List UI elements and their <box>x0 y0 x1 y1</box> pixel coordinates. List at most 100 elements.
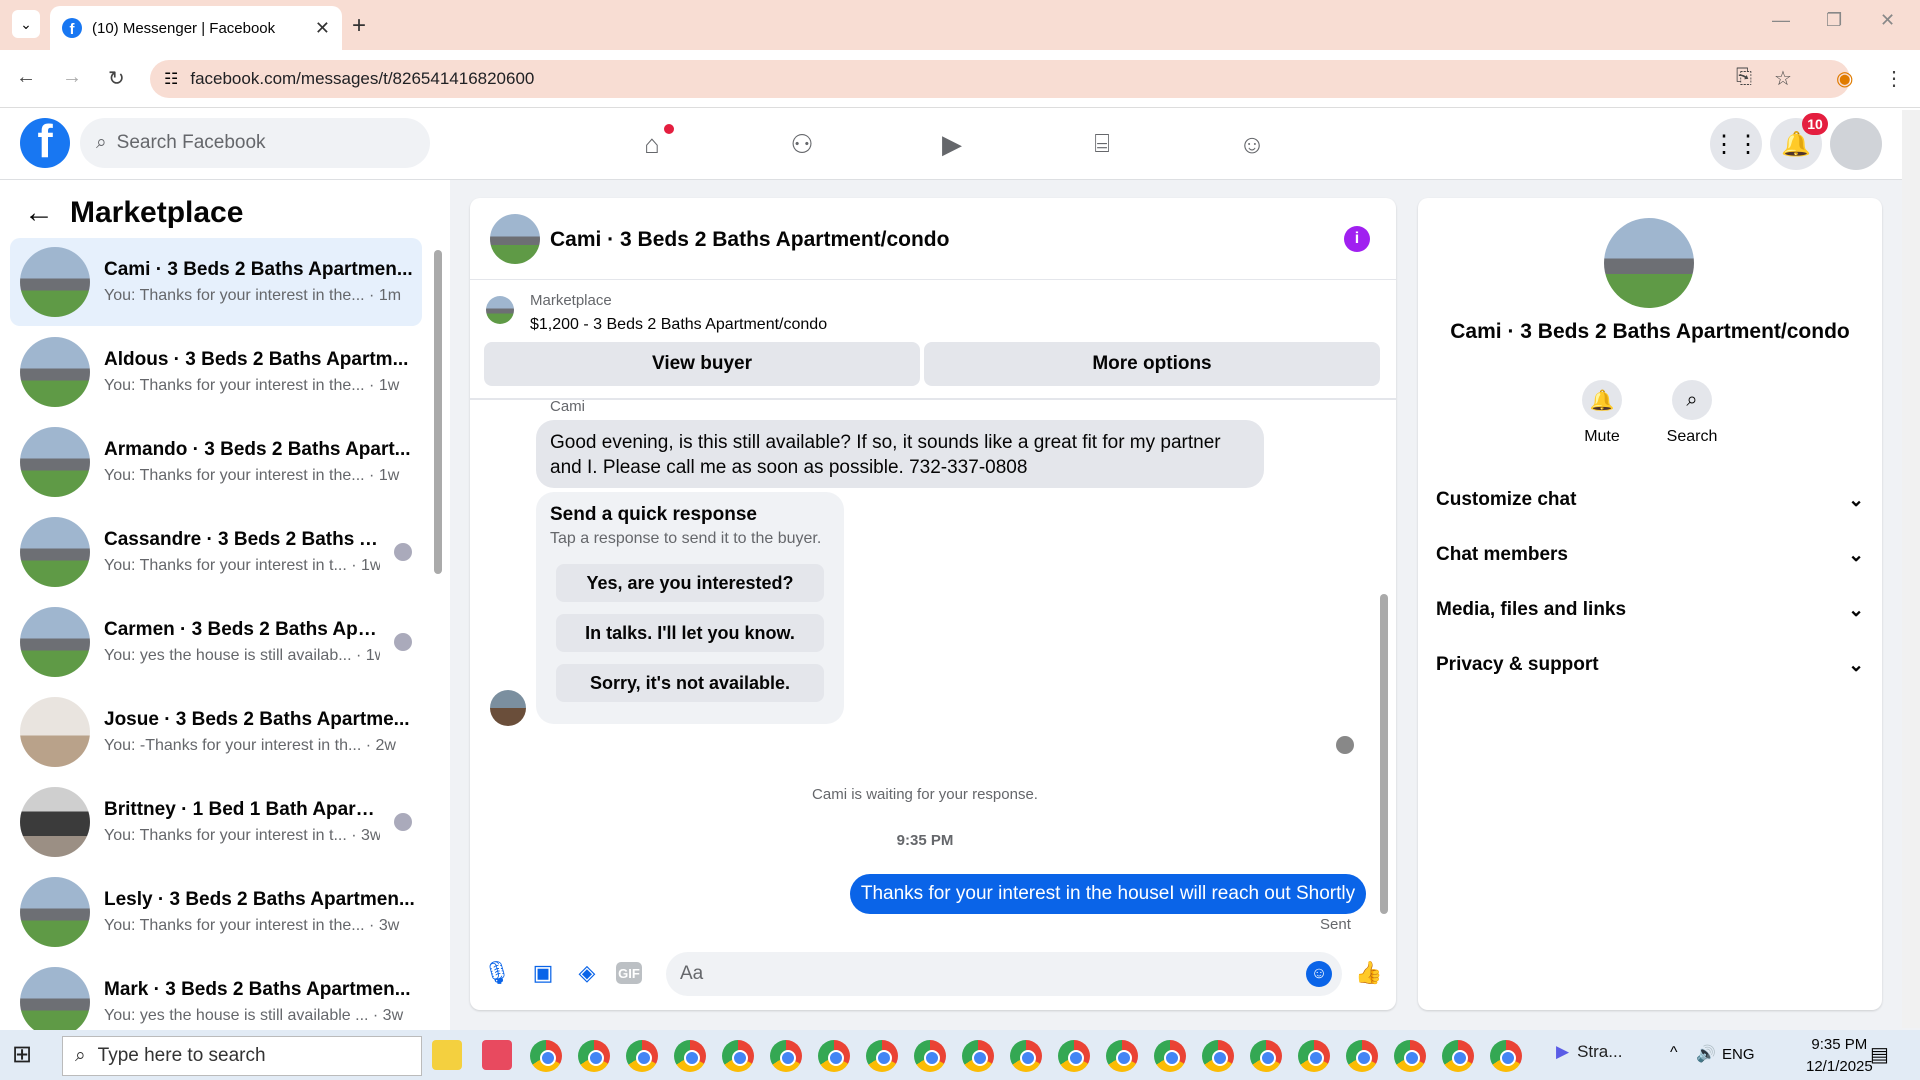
info-icon[interactable]: i <box>1344 226 1370 252</box>
marketplace-icon[interactable]: ⌸ <box>1084 126 1120 162</box>
chrome-taskbar-icon[interactable] <box>674 1040 706 1072</box>
privacy-support-row[interactable]: Privacy & support ⌄ <box>1436 645 1864 685</box>
chrome-taskbar-icon[interactable] <box>578 1040 610 1072</box>
sidebar-scrollbar[interactable] <box>434 250 442 574</box>
chrome-taskbar-icon[interactable] <box>770 1040 802 1072</box>
gif-icon[interactable]: GIF <box>616 962 642 984</box>
chrome-taskbar-icon[interactable] <box>1010 1040 1042 1072</box>
chrome-taskbar-icon[interactable] <box>626 1040 658 1072</box>
address-bar[interactable]: ☷ facebook.com/messages/t/82654141682060… <box>150 60 1850 98</box>
back-icon[interactable]: ← <box>16 66 36 89</box>
conversation-item[interactable]: Cassandre · 3 Beds 2 Baths Ap... You: Tha… <box>10 508 422 596</box>
conversation-item[interactable]: Aldous · 3 Beds 2 Baths Apartm... You: Th… <box>10 328 422 416</box>
quick-response-option[interactable]: Sorry, it's not available. <box>556 664 824 702</box>
language-indicator[interactable]: ENG <box>1722 1046 1755 1063</box>
mute-button[interactable]: 🔔 Mute <box>1552 380 1652 446</box>
profile-picture[interactable] <box>1604 218 1694 308</box>
chat-avatar[interactable] <box>490 214 540 264</box>
friends-icon[interactable]: ⚇ <box>784 126 820 162</box>
conversation-time: 3w <box>382 1007 404 1024</box>
sticky-notes-icon[interactable] <box>432 1040 462 1070</box>
chrome-taskbar-icon[interactable] <box>530 1040 562 1072</box>
listing-title[interactable]: $1,200 - 3 Beds 2 Baths Apartment/condo <box>530 316 827 334</box>
view-buyer-button[interactable]: View buyer <box>484 342 920 386</box>
browser-tab-active[interactable]: f (10) Messenger | Facebook ✕ <box>50 6 342 50</box>
account-avatar[interactable] <box>1830 118 1882 170</box>
chrome-taskbar-icon[interactable] <box>1058 1040 1090 1072</box>
site-info-icon[interactable]: ☷ <box>164 69 178 89</box>
forward-icon[interactable]: → <box>62 66 82 89</box>
chat-members-row[interactable]: Chat members ⌄ <box>1436 535 1864 575</box>
groups-icon[interactable]: ☺ <box>1234 126 1270 162</box>
chrome-taskbar-icon[interactable] <box>1346 1040 1378 1072</box>
chat-title[interactable]: Cami · 3 Beds 2 Baths Apartment/condo <box>550 228 949 252</box>
page-scrollbar[interactable] <box>1902 110 1920 1028</box>
chrome-taskbar-icon[interactable] <box>866 1040 898 1072</box>
emoji-icon[interactable]: ☺ <box>1306 961 1332 987</box>
message-input[interactable]: Aa <box>666 952 1342 996</box>
conversation-body: Lesly · 3 Beds 2 Baths Apartmen... You: T… <box>104 889 422 935</box>
more-options-button[interactable]: More options <box>924 342 1380 386</box>
restore-icon[interactable]: ❐ <box>1826 10 1842 31</box>
tab-search-chevron-icon[interactable]: ⌄ <box>12 10 40 38</box>
close-window-icon[interactable]: ✕ <box>1880 10 1895 31</box>
chrome-taskbar-icon[interactable] <box>1442 1040 1474 1072</box>
chrome-taskbar-icon[interactable] <box>818 1040 850 1072</box>
chrome-taskbar-icon[interactable] <box>1154 1040 1186 1072</box>
sticker-icon[interactable]: ◈ <box>572 958 602 988</box>
conversation-item[interactable]: Cami · 3 Beds 2 Baths Apartmen... You: Th… <box>10 238 422 326</box>
quick-response-title: Send a quick response <box>550 504 757 525</box>
conversation-item[interactable]: Brittney · 1 Bed 1 Bath Apartm... You: Th… <box>10 778 422 866</box>
profile-icon[interactable]: ◉ <box>1836 66 1853 91</box>
conversation-body: Cami · 3 Beds 2 Baths Apartmen... You: Th… <box>104 259 422 305</box>
listing-thumbnail <box>486 296 514 324</box>
conversation-item[interactable]: Lesly · 3 Beds 2 Baths Apartmen... You: T… <box>10 868 422 956</box>
taskbar-search[interactable]: ⌕ Type here to search <box>62 1036 422 1076</box>
chrome-taskbar-icon[interactable] <box>1106 1040 1138 1072</box>
notification-center-icon[interactable]: ▤ <box>1870 1042 1889 1067</box>
snippet-text: You: Thanks for your interest in t... <box>104 827 347 844</box>
taskbar-app-strava[interactable]: ▶ Stra... <box>1556 1042 1622 1062</box>
tray-chevron-icon[interactable]: ^ <box>1670 1044 1678 1062</box>
chat-scrollbar[interactable] <box>1380 594 1388 914</box>
chrome-taskbar-icon[interactable] <box>1250 1040 1282 1072</box>
chrome-taskbar-icon[interactable] <box>1490 1040 1522 1072</box>
quick-response-option[interactable]: Yes, are you interested? <box>556 564 824 602</box>
search-in-chat-button[interactable]: ⌕ Search <box>1642 380 1742 446</box>
video-call-icon: ▶ <box>1556 1042 1570 1061</box>
media-files-links-row[interactable]: Media, files and links ⌄ <box>1436 590 1864 630</box>
conversation-item[interactable]: Josue · 3 Beds 2 Baths Apartme... You: -T… <box>10 688 422 776</box>
chrome-taskbar-icon[interactable] <box>1202 1040 1234 1072</box>
tab-close-icon[interactable]: ✕ <box>315 18 330 39</box>
microphone-icon[interactable]: 🎙 <box>482 958 512 988</box>
install-app-icon[interactable]: ⎘ <box>1736 66 1752 89</box>
new-tab-button[interactable]: + <box>352 12 366 40</box>
video-icon[interactable]: ▶ <box>934 126 970 162</box>
chrome-menu-icon[interactable]: ⋮ <box>1884 66 1904 91</box>
chrome-taskbar-icon[interactable] <box>722 1040 754 1072</box>
minimize-icon[interactable]: — <box>1772 10 1790 31</box>
customize-chat-row[interactable]: Customize chat ⌄ <box>1436 480 1864 520</box>
conversation-item[interactable]: Armando · 3 Beds 2 Baths Apart... You: Th… <box>10 418 422 506</box>
conversation-item[interactable]: Carmen · 3 Beds 2 Baths Apar... You: yes … <box>10 598 422 686</box>
photo-icon[interactable]: ▣ <box>528 958 558 988</box>
clock[interactable]: 9:35 PM 12/1/2025 <box>1806 1034 1873 1078</box>
thumbs-up-icon[interactable]: 👍 <box>1354 958 1384 988</box>
facebook-logo-icon[interactable]: f <box>20 118 70 168</box>
back-arrow-icon[interactable]: ← <box>24 196 54 230</box>
chrome-taskbar-icon[interactable] <box>1394 1040 1426 1072</box>
conversation-name: Aldous · 3 Beds 2 Baths Apartm... <box>104 349 409 370</box>
conversation-time: 1w <box>361 557 380 574</box>
reload-icon[interactable]: ↻ <box>108 66 125 91</box>
notification-badge: 10 <box>1802 113 1828 135</box>
snipping-tool-icon[interactable] <box>482 1040 512 1070</box>
windows-start-icon[interactable]: ⊞ <box>12 1040 32 1069</box>
chrome-taskbar-icon[interactable] <box>962 1040 994 1072</box>
quick-response-option[interactable]: In talks. I'll let you know. <box>556 614 824 652</box>
facebook-search-input[interactable]: ⌕ Search Facebook <box>80 118 430 168</box>
menu-grid-icon[interactable]: ⋮⋮ <box>1710 118 1762 170</box>
chrome-taskbar-icon[interactable] <box>1298 1040 1330 1072</box>
volume-icon[interactable]: 🔊 <box>1696 1044 1716 1064</box>
chrome-taskbar-icon[interactable] <box>914 1040 946 1072</box>
bookmark-star-icon[interactable]: ☆ <box>1774 66 1792 91</box>
